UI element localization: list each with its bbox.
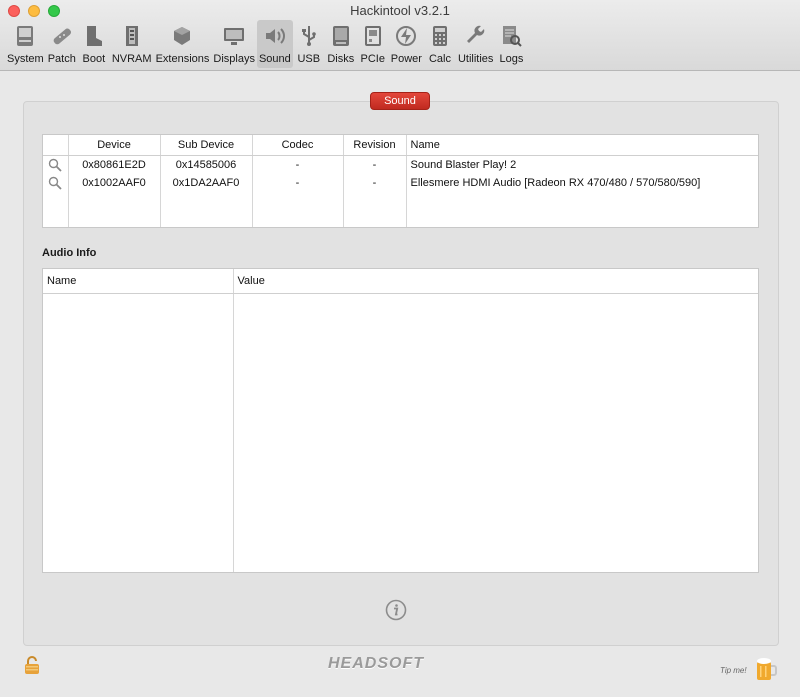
- toolbar-item-nvram[interactable]: NVRAM: [110, 20, 154, 68]
- toolbar-item-boot[interactable]: Boot: [78, 20, 110, 68]
- audio-info-table[interactable]: Name Value: [42, 268, 759, 573]
- device-id-cell: 0x1002AAF0: [68, 174, 161, 192]
- power-icon: [392, 22, 420, 50]
- displays-icon: [220, 22, 248, 50]
- column-header-name[interactable]: Name: [43, 269, 234, 294]
- revision-cell: -: [343, 174, 407, 192]
- table-header-row: Name Value: [43, 269, 758, 294]
- toolbar-item-calc[interactable]: Calc: [424, 20, 456, 68]
- headsoft-logo: HEADSOFT: [328, 655, 424, 672]
- column-header-device[interactable]: Device: [68, 135, 161, 156]
- device-name-cell: Sound Blaster Play! 2: [410, 159, 517, 171]
- toolbar-item-extensions[interactable]: Extensions: [154, 20, 212, 68]
- table-filler-row: [43, 192, 758, 227]
- magnifier-icon: [49, 176, 62, 190]
- toolbar-item-label: PCIe: [360, 53, 385, 65]
- toolbar-item-label: Extensions: [155, 53, 210, 65]
- toolbar-item-sound[interactable]: Sound: [256, 20, 293, 68]
- toolbar-item-label: USB: [297, 53, 321, 65]
- audio-devices-table[interactable]: Device Sub Device Codec Revision Name 0x…: [42, 134, 759, 228]
- device-name-cell: Ellesmere HDMI Audio [Radeon RX 470/480 …: [410, 177, 701, 189]
- lock-icon[interactable]: [24, 655, 40, 675]
- toolbar-item-power[interactable]: Power: [389, 20, 424, 68]
- toolbar-item-patch[interactable]: Patch: [46, 20, 78, 68]
- section-tab-sound[interactable]: Sound: [370, 92, 430, 110]
- system-icon: [11, 22, 39, 50]
- info-icon[interactable]: [385, 599, 407, 621]
- title-bar: Hackintool v3.2.1 System Patch Boot NVRA…: [0, 0, 800, 71]
- main-toolbar: System Patch Boot NVRAM Extensions Displ…: [5, 20, 527, 68]
- column-header-codec[interactable]: Codec: [252, 135, 344, 156]
- toolbar-item-label: Displays: [213, 53, 255, 65]
- calc-icon: [426, 22, 454, 50]
- column-header-name[interactable]: Name: [406, 135, 758, 156]
- toolbar-item-pcie[interactable]: PCIe: [357, 20, 389, 68]
- revision-cell: -: [343, 155, 407, 174]
- beer-mug-icon[interactable]: [755, 656, 777, 682]
- lookup-device-button[interactable]: [43, 174, 69, 192]
- nvram-icon: [118, 22, 146, 50]
- toolbar-item-label: NVRAM: [111, 53, 152, 65]
- boot-icon: [80, 22, 108, 50]
- magnifier-icon: [49, 158, 62, 172]
- patch-icon: [48, 22, 76, 50]
- window-title: Hackintool v3.2.1: [350, 3, 450, 18]
- column-header-revision[interactable]: Revision: [343, 135, 407, 156]
- toolbar-item-system[interactable]: System: [5, 20, 46, 68]
- toolbar-item-label: Sound: [258, 53, 291, 65]
- tip-me-label[interactable]: Tip me!: [720, 666, 747, 675]
- lookup-device-button[interactable]: [43, 155, 69, 174]
- toolbar-item-usb[interactable]: USB: [293, 20, 325, 68]
- pcie-icon: [359, 22, 387, 50]
- toolbar-item-label: System: [7, 53, 44, 65]
- codec-cell: -: [252, 155, 344, 174]
- column-header-lookup[interactable]: [43, 135, 69, 156]
- toolbar-item-label: Logs: [499, 53, 524, 65]
- toolbar-item-disks[interactable]: Disks: [325, 20, 357, 68]
- disks-icon: [327, 22, 355, 50]
- toolbar-item-label: Patch: [47, 53, 76, 65]
- table-header-row: Device Sub Device Codec Revision Name: [43, 135, 758, 156]
- toolbar-item-label: Boot: [82, 53, 106, 65]
- toolbar-item-logs[interactable]: Logs: [495, 20, 527, 68]
- device-id-cell: 0x80861E2D: [68, 155, 161, 174]
- column-header-sub-device[interactable]: Sub Device: [160, 135, 253, 156]
- toolbar-item-label: Calc: [428, 53, 451, 65]
- sound-icon: [261, 22, 289, 50]
- usb-icon: [295, 22, 323, 50]
- toolbar-item-label: Power: [390, 53, 422, 65]
- toolbar-item-utilities[interactable]: Utilities: [456, 20, 495, 68]
- extensions-icon: [168, 22, 196, 50]
- wrench-icon: [462, 22, 490, 50]
- sub-device-id-cell: 0x1DA2AAF0: [160, 174, 253, 192]
- table-filler-row: [43, 293, 758, 572]
- logs-icon: [497, 22, 525, 50]
- toolbar-item-displays[interactable]: Displays: [211, 20, 257, 68]
- sub-device-id-cell: 0x14585006: [160, 155, 253, 174]
- table-row[interactable]: 0x1002AAF0 0x1DA2AAF0 - - Ellesmere HDMI…: [43, 174, 758, 192]
- hackintool-window: Hackintool v3.2.1 System Patch Boot NVRA…: [0, 0, 800, 697]
- codec-cell: -: [252, 174, 344, 192]
- column-header-value[interactable]: Value: [233, 269, 758, 294]
- toolbar-item-label: Utilities: [457, 53, 494, 65]
- toolbar-item-label: Disks: [327, 53, 355, 65]
- table-row[interactable]: 0x80861E2D 0x14585006 - - Sound Blaster …: [43, 155, 758, 174]
- audio-info-heading: Audio Info: [42, 247, 97, 259]
